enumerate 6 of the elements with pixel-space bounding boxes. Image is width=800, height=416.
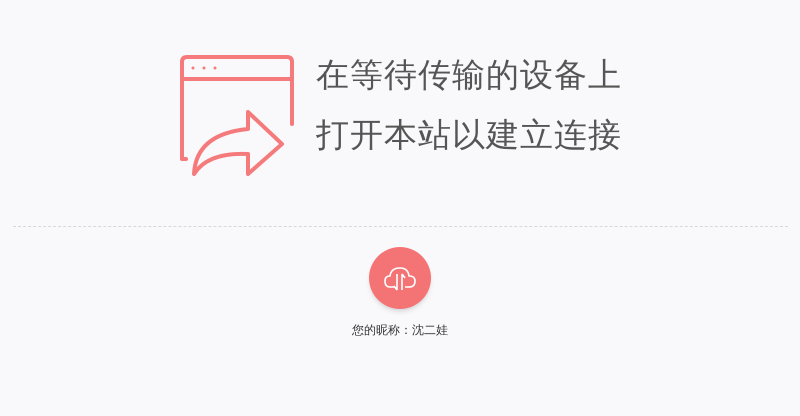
nickname-text: 您的昵称：沈二娃 [352,322,448,339]
instruction-text: 在等待传输的设备上 [316,56,622,94]
upload-button[interactable] [369,247,431,309]
cloud-transfer-icon [383,265,417,291]
instruction-text: 打开本站以建立连接 [316,116,622,154]
window-share-icon [178,54,296,178]
